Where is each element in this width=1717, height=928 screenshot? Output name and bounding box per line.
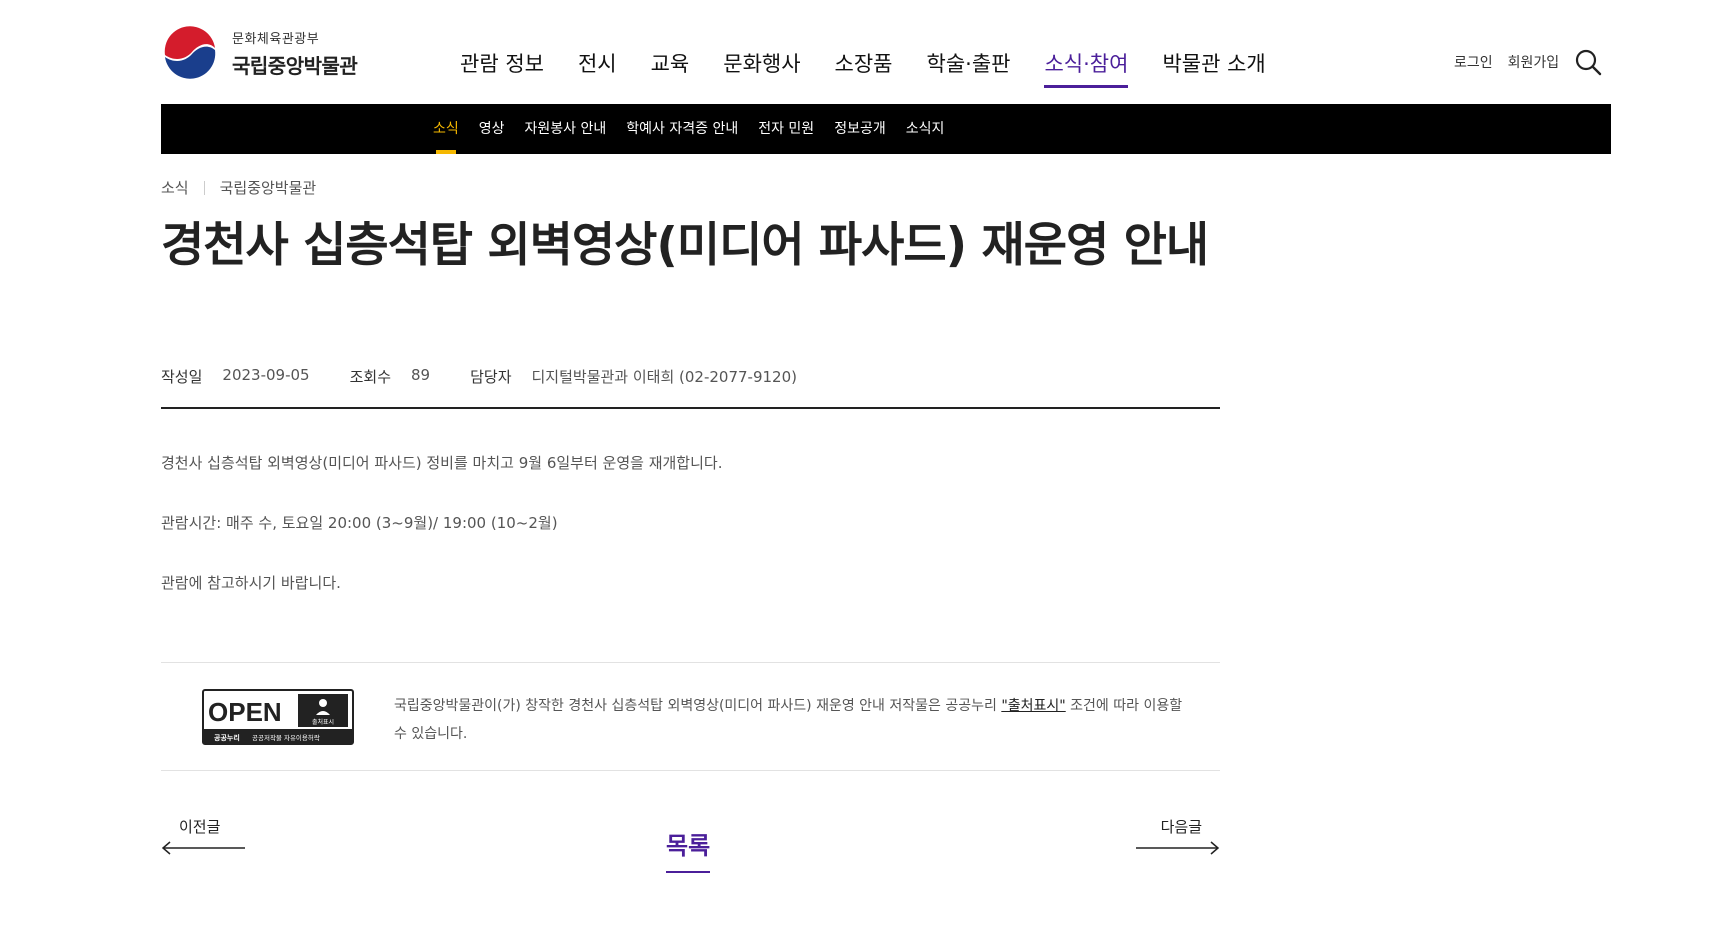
post-pager: 이전글 목록 다음글 (161, 816, 1220, 876)
arrow-left-icon (161, 841, 245, 855)
article-body: 경천사 십층석탑 외벽영상(미디어 파사드) 정비를 마치고 9월 6일부터 운… (161, 452, 722, 632)
date-label: 작성일 (161, 368, 203, 386)
utility-menu: 로그인 회원가입 (1454, 48, 1602, 76)
signup-link[interactable]: 회원가입 (1508, 52, 1560, 72)
next-label: 다음글 (1160, 818, 1202, 836)
kogl-open-text: OPEN (208, 697, 282, 727)
login-link[interactable]: 로그인 (1454, 52, 1493, 72)
taegeuk-logo-icon (163, 26, 217, 80)
nav-item-about-museum[interactable]: 박물관 소개 (1162, 48, 1265, 88)
subnav-item-video[interactable]: 영상 (479, 104, 505, 154)
nav-item-education[interactable]: 교육 (651, 48, 690, 88)
article-meta: 작성일 2023-09-05 조회수 89 담당자 디지털박물관과 이태희 (0… (161, 366, 837, 387)
main-nav: 관람 정보 전시 교육 문화행사 소장품 학술·출판 소식·참여 박물관 소개 (460, 48, 1300, 88)
kogl-open-badge-icon: OPEN 출처표시 공공누리 공공저작물 자유이용허락 (202, 689, 354, 745)
nav-item-research-publication[interactable]: 학술·출판 (927, 48, 1011, 88)
views-value: 89 (411, 366, 431, 384)
body-paragraph: 경천사 십층석탑 외벽영상(미디어 파사드) 정비를 마치고 9월 6일부터 운… (161, 454, 723, 472)
subnav-item-information-disclosure[interactable]: 정보공개 (834, 104, 886, 154)
title-divider (161, 407, 1220, 409)
page-title: 경천사 십층석탑 외벽영상(미디어 파사드) 재운영 안내 (161, 218, 1209, 273)
breadcrumb: 소식 국립중앙박물관 (161, 177, 316, 198)
subnav-item-civil-petition[interactable]: 전자 민원 (758, 104, 814, 154)
next-post-button[interactable]: 다음글 (1136, 816, 1220, 855)
subnav-item-news[interactable]: 소식 (433, 104, 459, 154)
search-icon[interactable] (1574, 48, 1602, 76)
body-paragraph: 관람에 참고하시기 바랍니다. (161, 574, 341, 592)
nav-item-visit-info[interactable]: 관람 정보 (460, 48, 544, 88)
arrow-right-icon (1136, 841, 1220, 855)
date-value: 2023-09-05 (222, 366, 310, 384)
body-paragraph: 관람시간: 매주 수, 토요일 20:00 (3~9월)/ 19:00 (10~… (161, 514, 558, 532)
site-logo[interactable]: 문화체육관광부 국립중앙박물관 (161, 24, 358, 82)
nav-item-collection[interactable]: 소장품 (835, 48, 893, 88)
nav-item-news-participation[interactable]: 소식·참여 (1044, 48, 1129, 88)
breadcrumb-divider (203, 180, 205, 195)
kogl-caption-right: 공공저작물 자유이용허락 (252, 733, 320, 742)
subnav-item-volunteer[interactable]: 자원봉사 안내 (525, 104, 607, 154)
sub-nav-bar: 소식 영상 자원봉사 안내 학예사 자격증 안내 전자 민원 정보공개 소식지 (161, 104, 1611, 154)
logo-title: 국립중앙박물관 (232, 53, 358, 78)
views-label: 조회수 (349, 368, 391, 386)
license-description: 국립중앙박물관이(가) 창작한 경천사 십층석탑 외벽영상(미디어 파사드) 재… (394, 692, 1184, 748)
nav-item-exhibition[interactable]: 전시 (578, 48, 617, 88)
license-text-before: 국립중앙박물관이(가) 창작한 경천사 십층석탑 외벽영상(미디어 파사드) 재… (394, 698, 1002, 714)
manager-value: 디지털박물관과 이태희 (02-2077-9120) (531, 368, 798, 386)
kogl-attr-text: 출처표시 (312, 718, 334, 726)
breadcrumb-category[interactable]: 소식 (161, 177, 189, 198)
license-box: OPEN 출처표시 공공누리 공공저작물 자유이용허락 국립중앙박물관이(가) … (161, 662, 1220, 771)
breadcrumb-organization: 국립중앙박물관 (219, 179, 317, 197)
prev-label: 이전글 (179, 818, 221, 836)
kogl-caption-left: 공공누리 (214, 733, 240, 742)
list-button[interactable]: 목록 (666, 826, 711, 873)
nav-item-cultural-events[interactable]: 문화행사 (723, 48, 800, 88)
subnav-item-newsletter[interactable]: 소식지 (906, 104, 945, 154)
subnav-item-curator-license[interactable]: 학예사 자격증 안내 (626, 104, 738, 154)
attribution-link[interactable]: "출처표시" (1001, 698, 1065, 714)
manager-label: 담당자 (470, 368, 512, 386)
logo-subtitle: 문화체육관광부 (232, 31, 320, 47)
prev-post-button[interactable]: 이전글 (161, 816, 245, 855)
